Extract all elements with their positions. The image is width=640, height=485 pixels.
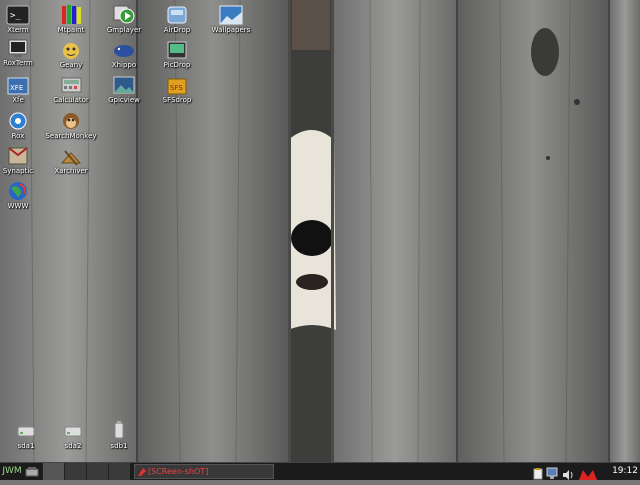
desktop-icon-label: Xhippo [111,61,137,69]
wallpapers-icon [219,4,243,26]
terminal-icon [6,37,30,59]
volume-icon[interactable] [562,466,574,485]
desktop-icon-www[interactable]: WWW [0,180,48,210]
desktop-icon-gpicview[interactable]: Gpicview [94,74,154,104]
desktop-icon-sfsdrop[interactable]: SFS SFSdrop [147,74,207,104]
desktop-icon-label: Geany [59,61,83,69]
drive-label: sdb1 [110,442,128,450]
svg-text:XFE: XFE [10,84,23,92]
system-tray [530,464,602,480]
pager-desktop-1[interactable] [42,463,64,480]
desktop-icon-wallpapers[interactable]: Wallpapers [201,4,261,34]
desktop-icon-airdrop[interactable]: AirDrop [147,4,207,34]
desktop-icon-label: Mtpaint [57,26,85,34]
pencils-icon [59,4,83,26]
desktop-icon-label: SFSdrop [162,96,192,104]
sfs-icon: SFS [165,74,189,96]
package-manager-icon [6,145,30,167]
desktop-icon-label: Gmplayer [106,26,142,34]
taskbar: JWM [SCReen-shOT] 19:12 [0,462,640,480]
media-player-icon [112,4,136,26]
picdrop-icon [165,39,189,61]
pager-desktop-2[interactable] [64,463,86,480]
desktop-icon-gmplayer[interactable]: Gmplayer [94,4,154,34]
desktop-icon-label: Gpicview [108,96,140,104]
editor-icon [59,39,83,61]
svg-text:>_: >_ [10,11,21,21]
usb-drive-icon [107,420,131,442]
desktop-icon-geany[interactable]: Geany [41,39,101,69]
network-icon[interactable] [546,465,558,484]
image-viewer-icon [112,74,136,96]
battery-icon[interactable] [578,466,598,485]
desktop-icon-xarchiver[interactable]: Xarchiver [41,145,101,175]
drive-icon [14,420,38,442]
jwm-menu-button[interactable]: JWM [0,463,24,480]
clock[interactable]: 19:12 [612,463,638,480]
monkey-icon [59,110,83,132]
terminal-icon: >_ [6,4,30,26]
task-button[interactable]: [SCReen-shOT] [134,464,274,479]
pager-desktop-3[interactable] [86,463,108,480]
svg-text:SFS: SFS [170,84,183,92]
screenshot-app-icon [137,467,147,481]
task-title: [SCReen-shOT] [148,467,209,476]
desktop-icon-label: Wallpapers [211,26,251,34]
airdrop-icon [165,4,189,26]
calculator-icon [59,74,83,96]
drive-icon [61,420,85,442]
desktop-icon-mtpaint[interactable]: Mtpaint [41,4,101,34]
desktop-icon-label: AirDrop [163,26,191,34]
desktop-icon-label: PicDrop [163,61,191,69]
desktop-icon-label: WWW [7,202,29,210]
desktop-icon-label: Xarchiver [54,167,88,175]
desktop-icon-searchmonkey[interactable]: SearchMonkey [41,110,101,140]
drive-icon-sdb1[interactable]: sdb1 [89,420,149,450]
gear-icon [6,110,30,132]
clipboard-icon[interactable] [533,465,543,484]
archive-icon [59,145,83,167]
hippo-icon [112,39,136,61]
desktop-icon-label: Calculator [53,96,89,104]
desktop-icon-picdrop[interactable]: PicDrop [147,39,207,69]
file-manager-icon: XFE [6,74,30,96]
globe-icon [6,180,30,202]
desktop-icon-xhippo[interactable]: Xhippo [94,39,154,69]
pager-desktop-4[interactable] [108,463,130,480]
desktop-wallpaper [0,0,640,462]
desktop-icon-label: SearchMonkey [45,132,97,140]
quick-launch-icon[interactable] [24,464,40,479]
desktop-icon-calculator[interactable]: Calculator [41,74,101,104]
